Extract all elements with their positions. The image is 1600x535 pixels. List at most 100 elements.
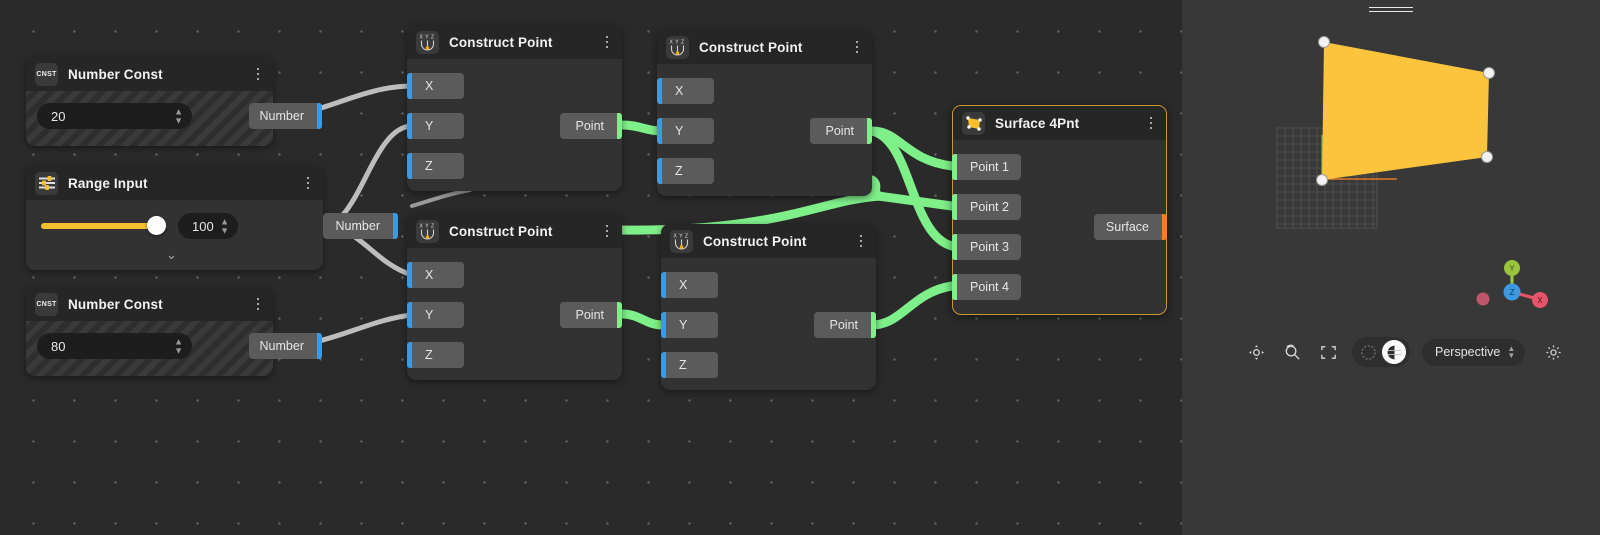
port-connector[interactable]	[657, 118, 662, 144]
port-connector[interactable]	[617, 302, 622, 328]
port-connector[interactable]	[393, 213, 398, 239]
output-port-point[interactable]: Point	[560, 302, 617, 328]
input-port-y[interactable]: Y	[666, 312, 718, 338]
node-header[interactable]: X Y Z Construct Point	[407, 25, 622, 59]
output-port-point[interactable]: Point	[814, 312, 871, 338]
kebab-menu-icon[interactable]	[850, 37, 864, 57]
input-port-label: Z	[425, 159, 433, 173]
input-port-z[interactable]: Z	[412, 153, 464, 179]
shaded-mode-icon[interactable]	[1382, 340, 1406, 364]
output-port-label: Surface	[1106, 220, 1149, 234]
kebab-menu-icon[interactable]	[301, 173, 315, 193]
number-value-field[interactable]: 80 ▲▼	[37, 333, 192, 359]
port-connector[interactable]	[661, 352, 666, 378]
input-port-z[interactable]: Z	[662, 158, 714, 184]
kebab-menu-icon[interactable]	[1144, 113, 1158, 133]
port-connector[interactable]	[407, 302, 412, 328]
kebab-menu-icon[interactable]	[251, 294, 265, 314]
node-header[interactable]: CNST Number Const	[26, 57, 273, 91]
port-connector[interactable]	[871, 312, 876, 338]
node-surface-4pnt[interactable]: Surface 4Pnt Point 1 Point 2 Point 3 Poi…	[952, 105, 1167, 315]
number-value-field[interactable]: 20 ▲▼	[37, 103, 192, 129]
input-port-x[interactable]: X	[662, 78, 714, 104]
node-construct-point-4[interactable]: X Y Z Construct Point X Y	[661, 224, 876, 390]
input-port-point-2[interactable]: Point 2	[957, 194, 1021, 220]
kebab-menu-icon[interactable]	[600, 32, 614, 52]
output-port-number[interactable]: Number	[323, 213, 393, 239]
input-port-point-1[interactable]: Point 1	[957, 154, 1021, 180]
node-range-input[interactable]: Range Input 100 ▲▼ ⌄ Number	[26, 166, 323, 270]
port-connector[interactable]	[407, 262, 412, 288]
input-port-point-3[interactable]: Point 3	[957, 234, 1021, 260]
node-header[interactable]: CNST Number Const	[26, 287, 273, 321]
port-connector[interactable]	[407, 73, 412, 99]
node-header[interactable]: X Y Z Construct Point	[661, 224, 876, 258]
input-port-y[interactable]: Y	[412, 302, 464, 328]
node-graph-canvas[interactable]: CNST Number Const 20 ▲▼ Number	[0, 0, 1182, 535]
node-construct-point-1[interactable]: X Y Z Construct Point X Y	[407, 25, 622, 191]
output-port-point[interactable]: Point	[810, 118, 867, 144]
port-connector[interactable]	[317, 333, 322, 359]
orbit-icon[interactable]	[1244, 340, 1268, 364]
zoom-icon[interactable]	[1280, 340, 1304, 364]
output-port-number[interactable]: Number	[249, 333, 317, 359]
viewport-toolbar[interactable]: Perspective ▲▼	[1182, 337, 1600, 367]
output-port-number[interactable]: Number	[249, 103, 317, 129]
node-number-const-2[interactable]: CNST Number Const 80 ▲▼ Number	[26, 287, 273, 376]
chevron-updown-icon[interactable]: ▲▼	[1507, 346, 1515, 358]
range-slider-knob[interactable]	[147, 216, 166, 235]
port-connector[interactable]	[867, 118, 872, 144]
port-connector[interactable]	[661, 312, 666, 338]
port-connector[interactable]	[952, 194, 957, 220]
node-header[interactable]: X Y Z Construct Point	[407, 214, 622, 248]
kebab-menu-icon[interactable]	[600, 221, 614, 241]
surface-vertex	[1317, 175, 1328, 186]
gear-icon[interactable]	[1541, 340, 1565, 364]
output-port-point[interactable]: Point	[560, 113, 617, 139]
port-connector[interactable]	[657, 78, 662, 104]
expand-chevron-icon[interactable]: ⌄	[166, 248, 177, 263]
node-header[interactable]: Range Input	[26, 166, 323, 200]
wireframe-shading-icon[interactable]	[1356, 340, 1380, 364]
svg-text:Z: Z	[431, 35, 434, 41]
port-connector[interactable]	[952, 154, 957, 180]
number-stepper[interactable]: ▲▼	[174, 339, 183, 354]
port-connector[interactable]	[407, 342, 412, 368]
surface-vertex	[1484, 68, 1495, 79]
node-construct-point-2[interactable]: X Y Z Construct Point X Y	[657, 30, 872, 196]
input-port-z[interactable]: Z	[666, 352, 718, 378]
shading-mode-group[interactable]	[1352, 337, 1410, 367]
input-port-y[interactable]: Y	[412, 113, 464, 139]
input-port-point-4[interactable]: Point 4	[957, 274, 1021, 300]
output-port-label: Point	[830, 318, 859, 332]
port-connector[interactable]	[657, 158, 662, 184]
kebab-menu-icon[interactable]	[854, 231, 868, 251]
port-connector[interactable]	[407, 113, 412, 139]
port-connector[interactable]	[952, 234, 957, 260]
port-connector[interactable]	[952, 274, 957, 300]
input-port-x[interactable]: X	[412, 262, 464, 288]
port-connector[interactable]	[317, 103, 322, 129]
input-port-x[interactable]: X	[666, 272, 718, 298]
input-port-x[interactable]: X	[412, 73, 464, 99]
output-port-surface[interactable]: Surface	[1094, 214, 1162, 240]
viewport-panel[interactable]: Y Z X	[1182, 0, 1600, 535]
input-port-y[interactable]: Y	[662, 118, 714, 144]
projection-dropdown[interactable]: Perspective ▲▼	[1422, 339, 1525, 366]
kebab-menu-icon[interactable]	[251, 64, 265, 84]
node-header[interactable]: Surface 4Pnt	[953, 106, 1166, 140]
port-connector[interactable]	[1162, 214, 1167, 240]
svg-text:Y: Y	[675, 40, 679, 46]
port-connector[interactable]	[407, 153, 412, 179]
input-port-z[interactable]: Z	[412, 342, 464, 368]
number-stepper[interactable]: ▲▼	[174, 109, 183, 124]
node-number-const-1[interactable]: CNST Number Const 20 ▲▼ Number	[26, 57, 273, 146]
gizmo-label-y: Y	[1509, 264, 1515, 273]
range-value-field[interactable]: 100 ▲▼	[178, 213, 238, 239]
port-connector[interactable]	[617, 113, 622, 139]
range-stepper[interactable]: ▲▼	[220, 219, 229, 234]
port-connector[interactable]	[661, 272, 666, 298]
node-header[interactable]: X Y Z Construct Point	[657, 30, 872, 64]
fit-to-view-icon[interactable]	[1316, 340, 1340, 364]
node-construct-point-3[interactable]: X Y Z Construct Point X Y	[407, 214, 622, 380]
